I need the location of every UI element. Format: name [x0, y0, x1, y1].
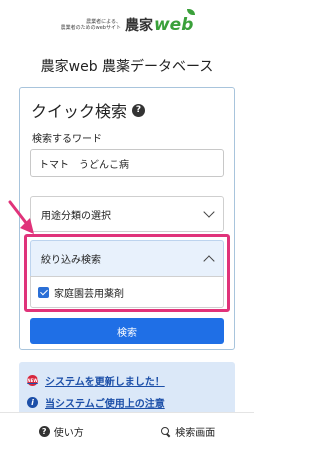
help-icon[interactable]: ?	[132, 103, 146, 117]
pointer-arrow-icon	[8, 200, 34, 234]
logo-web: web	[154, 9, 196, 35]
info-icon: i	[27, 397, 38, 408]
tab-search-label: 検索画面	[175, 428, 216, 439]
quick-search-title: クイック検索 ?	[31, 98, 146, 122]
category-dropdown[interactable]: 用途分類の選択	[30, 196, 224, 232]
chevron-up-icon	[203, 254, 215, 267]
filter-option-label: 家庭園芸用薬剤	[54, 288, 124, 300]
search-button[interactable]: 検索	[30, 318, 224, 344]
tab-help-label: 使い方	[53, 428, 84, 439]
usage-notice[interactable]: i 当システムご使用上の注意	[27, 395, 165, 410]
keyword-input[interactable]	[30, 149, 224, 177]
logo-kanji: 農家	[124, 18, 153, 34]
update-link[interactable]: システムを更新しました！	[45, 373, 165, 388]
search-icon	[161, 426, 171, 437]
tagline-line-2: 農業者のためのwebサイト	[60, 25, 121, 31]
tab-search[interactable]: 検索画面	[161, 424, 215, 439]
filter-label: 絞り込み検索	[41, 255, 101, 266]
chevron-down-icon	[203, 206, 215, 218]
home-garden-checkbox[interactable]	[38, 286, 49, 298]
new-badge-icon: NEW	[27, 375, 38, 386]
category-dropdown-label: 用途分類の選択	[41, 210, 111, 222]
bottom-nav: ? 使い方 検索画面	[0, 412, 254, 450]
notice-panel: NEW システムを更新しました！ i 当システムご使用上の注意	[19, 362, 235, 418]
site-logo[interactable]: 農家 web	[124, 9, 196, 35]
filter-accordion-header[interactable]: 絞り込み検索	[30, 240, 224, 276]
tab-help[interactable]: ? 使い方	[38, 424, 84, 439]
question-icon: ?	[38, 426, 50, 437]
usage-link[interactable]: 当システムご使用上の注意	[45, 395, 165, 410]
update-notice[interactable]: NEW システムを更新しました！	[27, 373, 165, 388]
page-title: 農家web 農薬データベース	[40, 59, 214, 75]
keyword-label: 検索するワード	[32, 134, 102, 145]
quick-search-heading: クイック検索	[31, 102, 128, 121]
site-header: 農業者による、 農業者のためのwebサイト 農家 web	[0, 0, 254, 50]
filter-option-row[interactable]: 家庭園芸用薬剤	[30, 276, 224, 308]
logo-tagline: 農業者による、 農業者のためのwebサイト	[61, 19, 121, 31]
